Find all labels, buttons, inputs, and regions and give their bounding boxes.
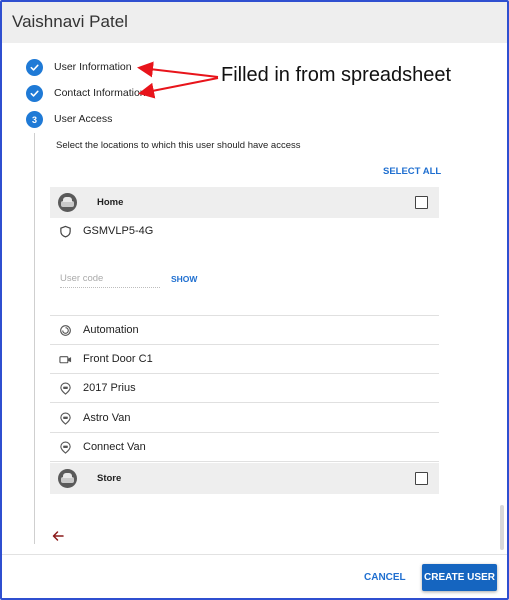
automation-icon	[59, 324, 72, 337]
device-astro-van: Astro Van	[50, 404, 439, 433]
camera-icon	[59, 353, 72, 366]
location-avatar	[58, 193, 77, 212]
vehicle-pin-icon	[59, 441, 72, 454]
gsm-device-name: GSMVLP5-4G	[83, 225, 154, 237]
back-arrow-icon[interactable]	[51, 529, 65, 543]
device-automation: Automation	[50, 316, 439, 345]
cancel-button[interactable]: CANCEL	[364, 572, 406, 583]
location-name: Store	[97, 473, 122, 484]
device-2017-prius: 2017 Prius	[50, 374, 439, 403]
annotation-arrows	[137, 61, 219, 99]
gsm-device: GSMVLP5-4G	[50, 222, 439, 244]
device-name: Front Door C1	[83, 353, 153, 365]
shield-icon	[59, 225, 72, 238]
location-home[interactable]: Home	[50, 187, 439, 218]
dialog-footer: CANCEL CREATE USER	[2, 554, 507, 598]
scrollbar[interactable]	[500, 505, 504, 550]
device-front-door-c1: Front Door C1	[50, 345, 439, 374]
vehicle-pin-icon	[59, 382, 72, 395]
location-name: Home	[97, 197, 124, 208]
select-all-button[interactable]: SELECT ALL	[383, 166, 441, 177]
device-name: Astro Van	[83, 412, 131, 424]
stepper-connector	[34, 133, 35, 544]
user-code-input[interactable]	[60, 269, 160, 284]
location-checkbox[interactable]	[415, 472, 428, 485]
access-instruction: Select the locations to which this user …	[56, 140, 301, 151]
location-checkbox[interactable]	[415, 196, 428, 209]
show-code-button[interactable]: SHOW	[171, 274, 197, 284]
device-connect-van: Connect Van	[50, 433, 439, 462]
location-store[interactable]: Store	[50, 463, 439, 494]
device-name: Connect Van	[83, 441, 146, 453]
vehicle-pin-icon	[59, 412, 72, 425]
user-code-field[interactable]	[60, 268, 160, 288]
annotation-text: Filled in from spreadsheet	[221, 64, 452, 86]
location-avatar	[58, 469, 77, 488]
create-user-button[interactable]: CREATE USER	[422, 564, 497, 591]
device-name: 2017 Prius	[83, 382, 136, 394]
device-name: Automation	[83, 324, 139, 336]
